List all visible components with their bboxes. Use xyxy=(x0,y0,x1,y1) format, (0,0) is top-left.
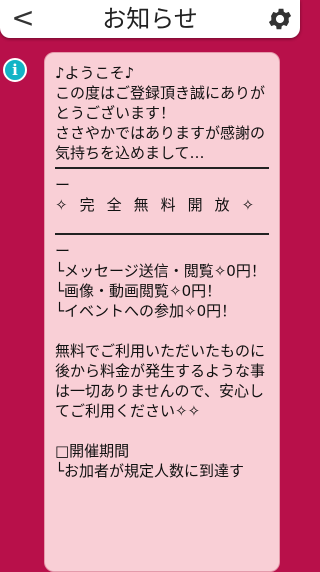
divider xyxy=(55,233,269,235)
free-banner: ✧完全無料開放✧ xyxy=(55,196,267,214)
message-notice: 無料でご利用いただいたものに後から料金が発生するような事は一切ありませんので、安… xyxy=(55,342,266,420)
message-bubble: ♪ようこそ♪ この度はご登録頂き誠にありがとうございます！ ささやかではあります… xyxy=(44,52,280,572)
message-intro: ♪ようこそ♪ この度はご登録頂き誠にありがとうございます！ ささやかではあります… xyxy=(55,64,266,162)
header-bar: < お知らせ xyxy=(0,0,300,38)
info-icon: i xyxy=(3,58,27,82)
period-text: └お加者が規定人数に到達す xyxy=(55,462,245,480)
dash-line: ー xyxy=(55,242,71,260)
free-feature-list: └メッセージ送信・閲覧✧0円！ └画像・動画閲覧✧0円！ └イベントへの参加✧0… xyxy=(55,262,266,320)
divider xyxy=(55,167,269,169)
gear-icon[interactable] xyxy=(266,5,294,33)
page-title: お知らせ xyxy=(102,5,198,33)
dash-line: ー xyxy=(55,176,71,194)
period-heading: □開催期間 xyxy=(55,442,130,460)
